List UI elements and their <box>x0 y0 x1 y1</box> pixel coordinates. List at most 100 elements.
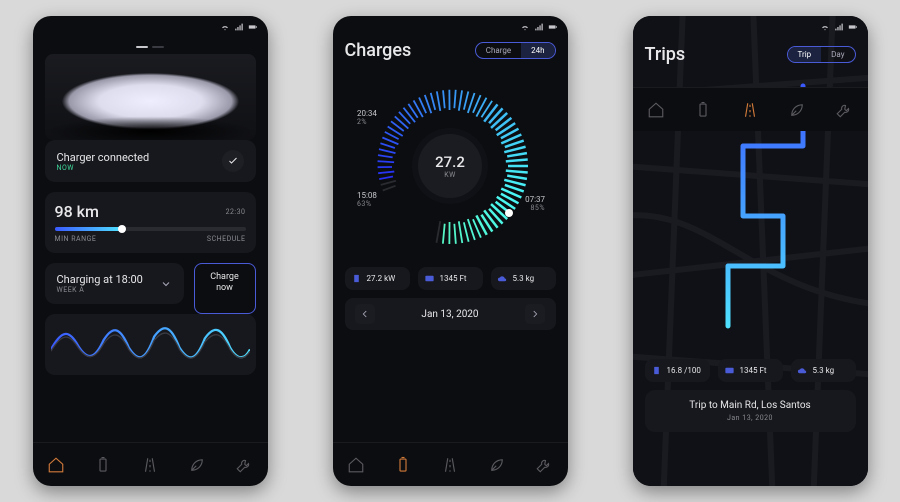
dial-label-3-time: 07:37 <box>525 195 545 204</box>
charging-schedule-dropdown[interactable]: Charging at 18:00 WEEK A <box>45 263 184 304</box>
page-title: Trips <box>645 44 686 65</box>
dial-label-3-sub: 85% <box>531 204 546 212</box>
dial-label-2-time: 15:08 <box>357 191 377 200</box>
wifi-icon <box>520 22 530 32</box>
car-image <box>45 54 256 140</box>
trip-card[interactable]: Trip to Main Rd, Los Santos Jan 13, 2020 <box>645 390 856 432</box>
nav-home[interactable] <box>40 449 72 481</box>
nav-road[interactable] <box>434 449 466 481</box>
cloud-stat-icon <box>797 365 808 376</box>
segment-day[interactable]: Day <box>821 47 854 62</box>
bottom-nav <box>333 442 568 486</box>
battery-stat-icon <box>651 365 662 376</box>
nav-battery[interactable] <box>87 449 119 481</box>
phone-charges: Charges Charge 24h 27.2 KW 20 <box>333 16 568 486</box>
status-check-button[interactable] <box>222 150 244 172</box>
trip-date: Jan 13, 2020 <box>655 414 846 422</box>
leaf-icon <box>488 456 506 474</box>
stat-ft-value: 1345 Ft <box>440 274 467 283</box>
nav-battery[interactable] <box>687 94 719 126</box>
bottom-nav <box>33 442 268 486</box>
road-icon <box>441 456 459 474</box>
status-bar <box>633 16 868 32</box>
battery-nav-icon <box>694 101 712 119</box>
charges-segment[interactable]: Charge 24h <box>475 42 556 59</box>
nav-road[interactable] <box>134 449 166 481</box>
battery-stat-icon <box>351 273 362 284</box>
bottom-nav <box>633 87 868 131</box>
stat-kw-value: 16.8 /100 <box>667 366 701 375</box>
date-navigator: Jan 13, 2020 <box>345 298 556 330</box>
chevron-down-icon <box>160 278 172 290</box>
cloud-stat-icon <box>497 273 508 284</box>
signal-icon <box>834 22 844 32</box>
status-bar <box>333 16 568 32</box>
nav-settings[interactable] <box>228 449 260 481</box>
nav-battery[interactable] <box>387 449 419 481</box>
page-title: Charges <box>345 40 412 61</box>
battery-nav-icon <box>394 456 412 474</box>
charging-at-text: Charging at 18:00 <box>57 273 143 286</box>
stat-kw-value: 27.2 kW <box>367 274 396 283</box>
range-slider[interactable] <box>55 227 246 231</box>
wrench-icon <box>835 101 853 119</box>
nav-eco[interactable] <box>181 449 213 481</box>
leaf-icon <box>788 101 806 119</box>
nav-eco[interactable] <box>481 449 513 481</box>
nav-home[interactable] <box>640 94 672 126</box>
signal-icon <box>534 22 544 32</box>
dial-center: 27.2 KW <box>418 134 482 198</box>
range-chart-card <box>45 314 256 375</box>
range-card: 98 km 22:30 MIN RANGE SCHEDULE <box>45 192 256 253</box>
stat-kg: 5.3 kg <box>791 359 856 382</box>
min-range-label: MIN RANGE <box>55 235 97 243</box>
stat-kg-value: 5.3 kg <box>513 274 535 283</box>
segment-charge[interactable]: Charge <box>476 43 521 58</box>
segment-24h[interactable]: 24h <box>521 43 554 58</box>
schedule-label: SCHEDULE <box>207 235 246 243</box>
stat-kw: 16.8 /100 <box>645 359 710 382</box>
nav-road[interactable] <box>734 94 766 126</box>
charge-now-label: Charge now <box>210 272 239 293</box>
nav-home[interactable] <box>340 449 372 481</box>
nav-eco[interactable] <box>781 94 813 126</box>
trips-stats: 16.8 /100 1345 Ft 5.3 kg <box>645 359 856 382</box>
charge-dial: 27.2 KW 20:34 2% 15:08 63% 07:37 85% <box>355 71 545 261</box>
road-icon <box>141 456 159 474</box>
wifi-icon <box>220 22 230 32</box>
schedule-time: 22:30 <box>226 208 246 216</box>
road-icon <box>741 101 759 119</box>
nav-settings[interactable] <box>828 94 860 126</box>
battery-icon <box>548 22 558 32</box>
signal-icon <box>234 22 244 32</box>
dial-value: 27.2 <box>435 153 465 171</box>
trips-segment[interactable]: Trip Day <box>787 46 856 63</box>
battery-nav-icon <box>94 456 112 474</box>
nav-settings[interactable] <box>528 449 560 481</box>
dial-label-1-time: 20:34 <box>357 109 377 118</box>
home-icon <box>47 456 65 474</box>
date-prev-button[interactable] <box>355 304 375 324</box>
stat-kg: 5.3 kg <box>491 267 556 290</box>
stat-ft: 1345 Ft <box>418 267 483 290</box>
dial-label-2-sub: 63% <box>357 200 372 208</box>
chevron-right-icon <box>530 309 540 319</box>
wrench-icon <box>235 456 253 474</box>
battery-icon <box>248 22 258 32</box>
charge-now-button[interactable]: Charge now <box>194 263 256 314</box>
home-icon <box>347 456 365 474</box>
wifi-icon <box>820 22 830 32</box>
phone-trips: Trips Trip Day 16.8 /100 1345 Ft 5.3 kg … <box>633 16 868 486</box>
status-bar <box>33 16 268 32</box>
stat-kg-value: 5.3 kg <box>813 366 835 375</box>
date-next-button[interactable] <box>525 304 545 324</box>
charger-status-sub: NOW <box>57 164 150 172</box>
charger-status-text: Charger connected <box>57 151 150 164</box>
chevron-left-icon <box>360 309 370 319</box>
stat-ft: 1345 Ft <box>718 359 783 382</box>
segment-trip[interactable]: Trip <box>788 47 822 62</box>
wrench-icon <box>535 456 553 474</box>
dial-label-1-sub: 2% <box>357 118 367 126</box>
dial-unit: KW <box>444 171 456 179</box>
leaf-icon <box>188 456 206 474</box>
